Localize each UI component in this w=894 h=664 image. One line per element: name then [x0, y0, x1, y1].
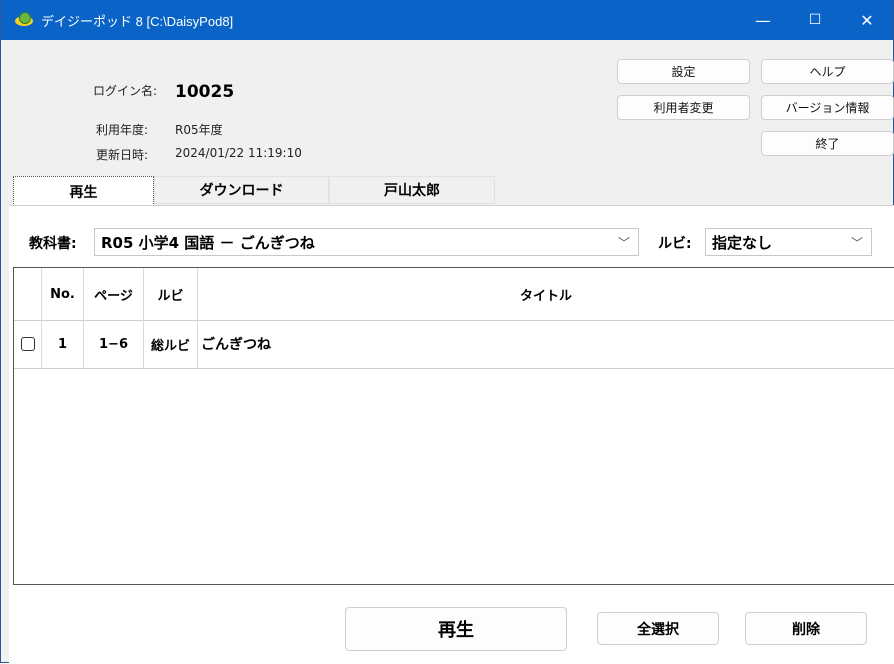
header-title[interactable]: タイトル	[198, 268, 894, 320]
window-controls: — ☐ ✕	[737, 0, 893, 40]
help-button[interactable]: ヘルプ	[761, 59, 894, 84]
login-value: 10025	[175, 82, 235, 102]
select-all-button[interactable]: 全選択	[597, 612, 719, 645]
version-info-button[interactable]: バージョン情報	[761, 95, 894, 120]
play-button[interactable]: 再生	[345, 607, 567, 651]
row-checkbox-cell[interactable]	[14, 320, 42, 368]
maximize-button[interactable]: ☐	[789, 0, 841, 40]
window-title: デイジーポッド 8 [C:\DaisyPod8]	[41, 13, 234, 29]
chevron-down-icon: ﹀	[617, 236, 630, 250]
updated-value: 2024/01/22 11:19:10	[175, 146, 302, 160]
ruby-value: 指定なし	[712, 233, 773, 252]
textbook-value: R05 小学4 国語 － ごんぎつね	[101, 233, 315, 252]
tab-download[interactable]: ダウンロード	[154, 176, 329, 204]
year-value: R05年度	[175, 123, 223, 137]
header-ruby[interactable]: ルビ	[144, 268, 198, 320]
daisy-app-icon	[15, 11, 33, 29]
row-ruby: 総ルビ	[144, 320, 198, 368]
row-title: ごんぎつね	[201, 337, 271, 353]
change-user-button[interactable]: 利用者変更	[617, 95, 750, 120]
textbook-select[interactable]: R05 小学4 国語 － ごんぎつね ﹀	[94, 228, 639, 256]
row-no: 1	[42, 320, 84, 368]
ruby-select[interactable]: 指定なし ﹀	[705, 228, 872, 256]
tab-play[interactable]: 再生	[13, 176, 154, 206]
exit-button[interactable]: 終了	[761, 131, 894, 156]
delete-button[interactable]: 削除	[745, 612, 867, 645]
row-page: 1−6	[84, 320, 144, 368]
content-table: No. ページ ルビ タイトル 1 1−6 総ルビ ごんぎつね	[13, 267, 894, 585]
app-window: デイジーポッド 8 [C:\DaisyPod8] — ☐ ✕ ログイン名: 10…	[0, 0, 894, 664]
ruby-label: ルビ:	[658, 236, 692, 252]
close-button[interactable]: ✕	[841, 0, 893, 40]
textbook-label: 教科書:	[29, 236, 77, 252]
settings-button[interactable]: 設定	[617, 59, 750, 84]
updated-label: 更新日時:	[96, 148, 149, 162]
tab-user[interactable]: 戸山太郎	[329, 176, 495, 204]
minimize-button[interactable]: —	[737, 0, 789, 40]
year-label: 利用年度:	[96, 123, 149, 137]
header-checkbox-cell	[14, 268, 42, 320]
row-checkbox[interactable]	[20, 337, 35, 351]
header-no[interactable]: No.	[42, 268, 84, 320]
chevron-down-icon: ﹀	[850, 236, 863, 250]
login-label: ログイン名:	[93, 84, 158, 98]
table-row[interactable]: 1 1−6 総ルビ ごんぎつね	[14, 320, 894, 369]
header-page[interactable]: ページ	[84, 268, 144, 320]
table-header: No. ページ ルビ タイトル	[14, 268, 894, 321]
title-bar: デイジーポッド 8 [C:\DaisyPod8] — ☐ ✕	[1, 0, 893, 40]
